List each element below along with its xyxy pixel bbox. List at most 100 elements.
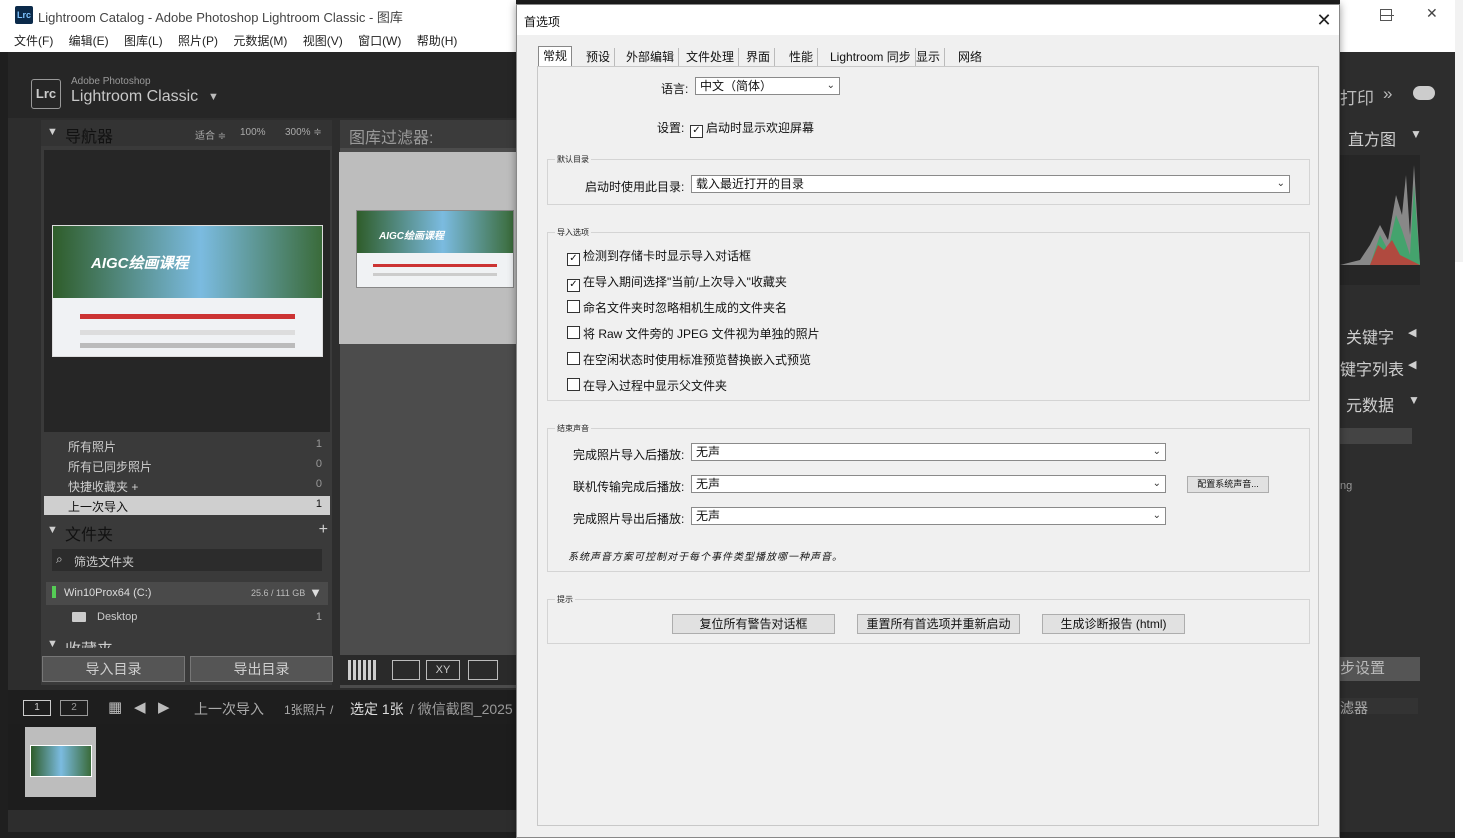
menu-metadata[interactable]: 元数据(M) (233, 30, 287, 52)
diagnostic-report-button[interactable]: 生成诊断报告 (html) (1042, 614, 1185, 634)
sound-export-select[interactable]: 无声 ⌄ (691, 507, 1166, 525)
collapse-triangle-icon[interactable]: ▼ (47, 126, 58, 138)
sound-import-select[interactable]: 无声 ⌄ (691, 443, 1166, 461)
completion-sounds-title: 结束声音 (555, 423, 591, 434)
module-print[interactable]: 打印 (1340, 84, 1374, 109)
catalog-list: 所有照片 1 所有已同步照片 0 快捷收藏夹 +0 上一次导入 1 (44, 436, 330, 516)
default-catalog-label: 启动时使用此目录: (585, 180, 685, 194)
folders-header[interactable]: ▼ 文件夹 + (41, 518, 332, 544)
brand-small: Adobe Photoshop (71, 76, 151, 87)
survey-view-icon[interactable] (468, 660, 498, 680)
grid-view-icon[interactable] (348, 660, 378, 680)
histogram (1340, 155, 1420, 285)
brand-dropdown-icon[interactable]: ▼ (208, 91, 219, 103)
navigator-label: 导航器 (65, 129, 114, 146)
folder-filter-input[interactable]: ⌕ 筛选文件夹 (52, 549, 322, 571)
zoom-100[interactable]: 100% (240, 127, 266, 138)
filter-select[interactable]: 滤器 (1340, 698, 1418, 716)
checkmark-icon: ✓ (567, 279, 580, 292)
import-catalog-button[interactable]: 导入目录 (42, 656, 185, 682)
collections-header[interactable]: ▼ 收藏夹 (41, 636, 332, 648)
menu-window[interactable]: 窗口(W) (358, 30, 401, 52)
histogram-header[interactable]: 直方图 ▼ (1340, 124, 1424, 150)
add-folder-icon[interactable]: + (319, 521, 328, 539)
tab-display[interactable]: 显示 (912, 48, 946, 66)
prompts-title: 提示 (555, 594, 575, 605)
export-catalog-button[interactable]: 导出目录 (190, 656, 333, 682)
configure-system-sounds-button[interactable]: 配置系统声音... (1187, 476, 1269, 493)
tab-performance[interactable]: 性能 (785, 48, 819, 66)
catalog-all-photos[interactable]: 所有照片 1 (44, 436, 330, 455)
language-label: 语言: (661, 82, 689, 96)
filmstrip-bar: 1 2 ▦ ◀ ▶ 上一次导入 1张照片 / 选定 1张 / 微信截图_2025 (8, 690, 516, 724)
collapse-triangle-icon[interactable]: ▼ (47, 524, 58, 536)
import-option-3[interactable]: 命名文件夹时忽略相机生成的文件夹名 (567, 299, 787, 316)
search-icon: ⌕ (56, 552, 63, 566)
sound-tether-label: 联机传输完成后播放: (573, 480, 685, 494)
drive-dropdown-icon[interactable]: ▼ (309, 585, 322, 600)
screen-2-button[interactable]: 2 (60, 700, 88, 716)
folder-icon (72, 612, 86, 622)
zoom-fit[interactable]: 适合 ≑ (195, 127, 226, 142)
tab-interface[interactable]: 界面 (742, 48, 776, 66)
reset-warnings-button[interactable]: 复位所有警告对话框 (672, 614, 835, 634)
tab-file-handling[interactable]: 文件处理 (682, 48, 740, 66)
menu-view[interactable]: 视图(V) (303, 30, 343, 52)
more-modules-icon[interactable]: » (1383, 84, 1392, 104)
forward-arrow-icon[interactable]: ▶ (158, 698, 170, 716)
language-select[interactable]: 中文（简体） ⌄ (695, 77, 840, 95)
library-filter-bar[interactable]: 图库过滤器: (340, 120, 516, 148)
compare-view-icon[interactable]: XY (426, 660, 460, 680)
import-option-4[interactable]: 将 Raw 文件旁的 JPEG 文件视为单独的照片 (567, 325, 820, 342)
menu-edit[interactable]: 编辑(E) (69, 30, 109, 52)
tab-external-editing[interactable]: 外部编辑 (622, 48, 680, 66)
cloud-sync-icon[interactable] (1413, 86, 1435, 100)
menu-photo[interactable]: 照片(P) (178, 30, 218, 52)
dialog-close-button[interactable]: ✕ (1312, 10, 1336, 30)
keyword-list-header[interactable]: 键字列表 ◀ (1340, 354, 1424, 380)
keywords-header[interactable]: 关键字 ◀ (1340, 322, 1424, 348)
import-option-5[interactable]: 在空闲状态时使用标准预览替换嵌入式预览 (567, 351, 811, 368)
show-splash-checkbox[interactable]: ✓ 启动时显示欢迎屏幕 (690, 119, 814, 138)
back-arrow-icon[interactable]: ◀ (134, 698, 146, 716)
loupe-view-icon[interactable] (392, 660, 420, 680)
menu-library[interactable]: 图库(L) (124, 30, 163, 52)
grid-thumbnail[interactable]: AIGC绘画课程 (356, 210, 514, 288)
tab-lightroom-sync[interactable]: Lightroom 同步 (826, 48, 916, 66)
metadata-preset-select[interactable] (1340, 428, 1412, 444)
tab-presets[interactable]: 预设 (582, 48, 616, 66)
import-option-2[interactable]: ✓ 在导入期间选择"当前/上次导入"收藏夹 (567, 273, 787, 292)
sound-tether-select[interactable]: 无声 ⌄ (691, 475, 1166, 493)
lr-right-titlebar: — ✕ (1340, 0, 1455, 52)
window-close-icon[interactable]: ✕ (1426, 5, 1438, 22)
sound-note: 系统声音方案可控制对于每个事件类型播放哪一种声音。 (568, 552, 843, 563)
tab-network[interactable]: 网络 (954, 48, 986, 66)
collapse-triangle-icon[interactable]: ▼ (47, 638, 58, 648)
catalog-quick-collection[interactable]: 快捷收藏夹 +0 (44, 476, 330, 495)
navigator-thumbnail[interactable]: AIGC绘画课程 (52, 225, 323, 357)
reset-preferences-button[interactable]: 重置所有首选项并重新启动 (857, 614, 1020, 634)
screen-1-button[interactable]: 1 (23, 700, 51, 716)
grid-icon[interactable]: ▦ (108, 698, 122, 716)
maximize-icon[interactable] (1380, 9, 1392, 21)
folder-desktop[interactable]: Desktop 1 (46, 608, 328, 628)
drive-row[interactable]: Win10Prox64 (C:) 25.6 / 111 GB ▼ (46, 582, 328, 605)
filmstrip-thumbnail[interactable] (25, 727, 96, 797)
lr-titlebar: Lrc Lightroom Catalog - Adobe Photoshop … (0, 0, 516, 30)
menu-file[interactable]: 文件(F) (14, 30, 53, 52)
import-option-6[interactable]: 在导入过程中显示父文件夹 (567, 377, 727, 394)
zoom-300[interactable]: 300% ≑ (285, 127, 322, 138)
catalog-previous-import[interactable]: 上一次导入 1 (44, 496, 330, 515)
navigator-header[interactable]: ▼ 导航器 适合 ≑ 100% 300% ≑ (41, 120, 332, 146)
import-option-1[interactable]: ✓ 检测到存储卡时显示导入对话框 (567, 247, 751, 266)
grid-toolbar: XY (340, 655, 516, 685)
chevron-down-icon: ⌄ (1152, 478, 1161, 489)
default-catalog-select[interactable]: 载入最近打开的目录 ⌄ (691, 175, 1290, 193)
metadata-header[interactable]: 元数据 ▼ (1340, 390, 1424, 416)
menu-help[interactable]: 帮助(H) (417, 30, 458, 52)
tab-general[interactable]: 常规 (538, 46, 573, 67)
sync-settings-button[interactable]: 步设置 (1340, 657, 1420, 681)
checkmark-icon: ✓ (690, 125, 703, 138)
catalog-synced-photos[interactable]: 所有已同步照片 0 (44, 456, 330, 475)
histogram-graph (1340, 165, 1420, 265)
